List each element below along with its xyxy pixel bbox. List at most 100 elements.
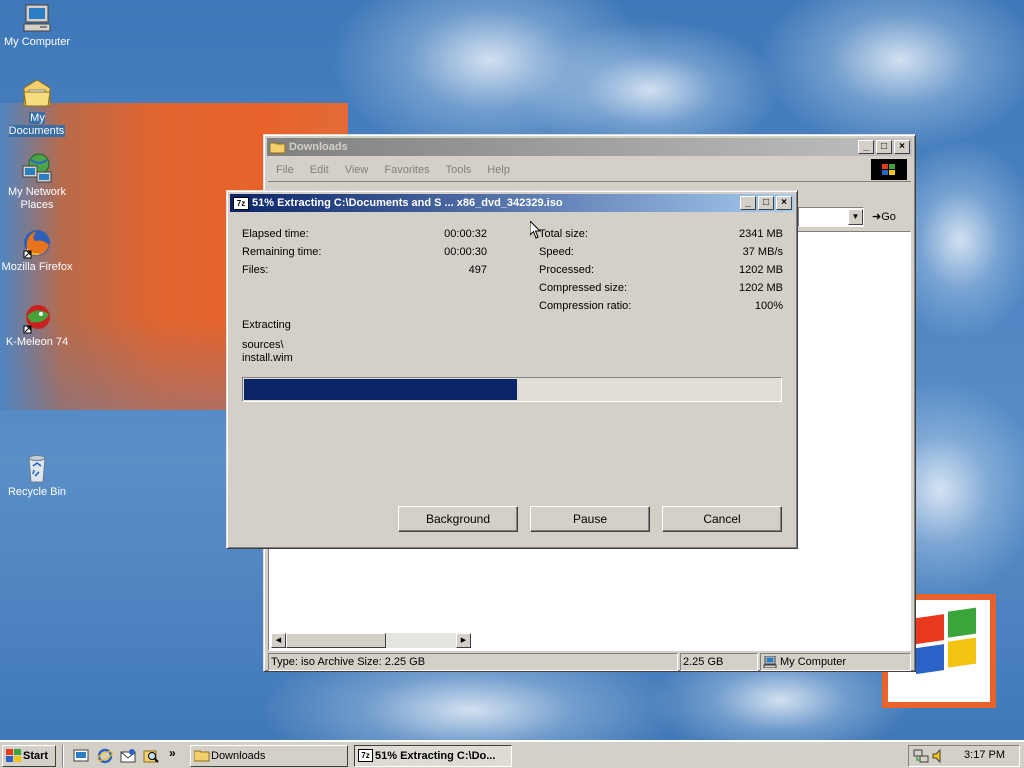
remaining-time-label: Remaining time: (242, 246, 322, 258)
search-icon[interactable] (143, 748, 159, 764)
my-documents-icon (21, 78, 53, 110)
speed-label: Speed: (539, 246, 574, 258)
my-computer-icon (763, 655, 777, 669)
volume-tray-icon[interactable] (931, 748, 947, 764)
go-arrow-icon: ➜ (872, 211, 882, 223)
network-places-icon (21, 152, 53, 184)
total-size-label: Total size: (539, 228, 588, 240)
explorer-titlebar[interactable]: Downloads _ □ × (267, 138, 912, 156)
taskbar-item-extracting[interactable]: 7z 51% Extracting C:\Do... (354, 745, 512, 767)
outlook-express-icon[interactable] (120, 748, 136, 764)
processed-label: Processed: (539, 264, 595, 276)
desktop-icon-firefox[interactable]: Mozilla Firefox (0, 227, 74, 274)
taskbar: Start » Downloads 7z 51% Extracting C:\D… (0, 740, 1024, 768)
maximize-button[interactable]: □ (876, 140, 892, 154)
my-computer-icon (21, 2, 53, 34)
7zip-icon: 7z (358, 749, 373, 762)
firefox-icon (21, 227, 53, 259)
7zip-icon: 7z (233, 196, 249, 210)
elapsed-time-label: Elapsed time: (242, 228, 309, 240)
desktop-icon-label: Mozilla Firefox (1, 261, 73, 273)
start-label: Start (23, 750, 49, 762)
cloud (760, 0, 1024, 150)
minimize-button[interactable]: _ (858, 140, 874, 154)
folder-icon (269, 141, 286, 154)
desktop-icon-label: Recycle Bin (7, 486, 67, 498)
background-button[interactable]: Background (398, 506, 518, 532)
scroll-left-button[interactable]: ◀ (271, 633, 286, 648)
progress-bar (242, 377, 782, 402)
current-path: sources\ (242, 339, 284, 351)
windows-flag-icon (871, 159, 907, 180)
go-label: Go (881, 211, 896, 223)
recycle-bin-icon (21, 452, 53, 484)
desktop: My Computer My Documents My Network Plac… (0, 0, 1024, 740)
close-button[interactable]: × (776, 196, 792, 210)
go-button[interactable]: ➜Go (868, 207, 908, 227)
desktop-icon-k-meleon[interactable]: K-Meleon 74 (0, 302, 74, 349)
horizontal-scrollbar[interactable]: ◀ ▶ (271, 633, 471, 648)
desktop-icon-my-documents[interactable]: My Documents (0, 78, 74, 138)
dialog-titlebar[interactable]: 7z 51% Extracting C:\Documents and S ...… (230, 194, 794, 212)
desktop-icon-my-computer[interactable]: My Computer (0, 2, 74, 49)
folder-icon (193, 749, 210, 762)
show-desktop-icon[interactable] (73, 748, 89, 764)
internet-explorer-icon[interactable] (97, 748, 113, 764)
taskbar-item-label: 51% Extracting C:\Do... (375, 750, 496, 762)
address-dropdown-button[interactable]: ▼ (848, 209, 863, 225)
status-zone: My Computer (760, 653, 911, 671)
dialog-title: 51% Extracting C:\Documents and S ... x8… (252, 197, 563, 209)
close-button[interactable]: × (894, 140, 910, 154)
total-size-value: 2341 MB (738, 228, 783, 240)
compression-ratio-value: 100% (754, 300, 783, 312)
mouse-cursor-icon (529, 219, 542, 239)
explorer-title: Downloads (289, 141, 348, 153)
desktop-icon-label: My Documents (8, 112, 66, 137)
remaining-time-value: 00:00:30 (444, 246, 487, 258)
elapsed-time-value: 00:00:32 (444, 228, 487, 240)
desktop-icon-recycle-bin[interactable]: Recycle Bin (0, 452, 74, 499)
menu-favorites[interactable]: Favorites (376, 164, 437, 176)
desktop-icon-network-places[interactable]: My Network Places (0, 152, 74, 212)
scroll-thumb[interactable] (286, 633, 386, 648)
status-size: 2.25 GB (680, 653, 758, 671)
maximize-button[interactable]: □ (758, 196, 774, 210)
network-tray-icon[interactable] (913, 748, 929, 764)
menu-tools[interactable]: Tools (438, 164, 480, 176)
pause-button[interactable]: Pause (530, 506, 650, 532)
status-zone-label: My Computer (780, 656, 847, 668)
files-label: Files: (242, 264, 269, 276)
cancel-button[interactable]: Cancel (662, 506, 782, 532)
compression-ratio-label: Compression ratio: (539, 300, 632, 312)
menu-file[interactable]: File (268, 164, 302, 176)
menu-help[interactable]: Help (479, 164, 518, 176)
start-button[interactable]: Start (2, 745, 56, 767)
k-meleon-icon (21, 302, 53, 334)
minimize-button[interactable]: _ (740, 196, 756, 210)
menu-edit[interactable]: Edit (302, 164, 337, 176)
status-bar: Type: iso Archive Size: 2.25 GB 2.25 GB … (268, 653, 911, 671)
windows-flag-icon (6, 749, 21, 763)
current-file: install.wim (242, 352, 293, 364)
quick-launch: » (62, 745, 182, 767)
menu-view[interactable]: View (337, 164, 377, 176)
extract-dialog[interactable]: 7z 51% Extracting C:\Documents and S ...… (226, 190, 798, 549)
taskbar-item-label: Downloads (211, 750, 266, 762)
clock[interactable]: 3:17 PM (964, 749, 1005, 761)
files-value: 497 (468, 264, 487, 276)
menu-bar: File Edit View Favorites Tools Help (268, 159, 911, 180)
action-label: Extracting (242, 319, 291, 331)
progress-fill (244, 379, 518, 400)
desktop-icon-label: My Network Places (7, 186, 67, 211)
taskbar-item-downloads[interactable]: Downloads (190, 745, 348, 767)
compressed-size-label: Compressed size: (539, 282, 628, 294)
speed-value: 37 MB/s (742, 246, 783, 258)
desktop-icon-label: My Computer (3, 36, 71, 48)
compressed-size-value: 1202 MB (738, 282, 783, 294)
system-tray: 3:17 PM (908, 745, 1020, 767)
status-info: Type: iso Archive Size: 2.25 GB (268, 653, 678, 671)
desktop-icon-label: K-Meleon 74 (5, 336, 69, 348)
chevron-right-icon[interactable]: » (169, 746, 176, 760)
processed-value: 1202 MB (738, 264, 783, 276)
scroll-right-button[interactable]: ▶ (456, 633, 471, 648)
